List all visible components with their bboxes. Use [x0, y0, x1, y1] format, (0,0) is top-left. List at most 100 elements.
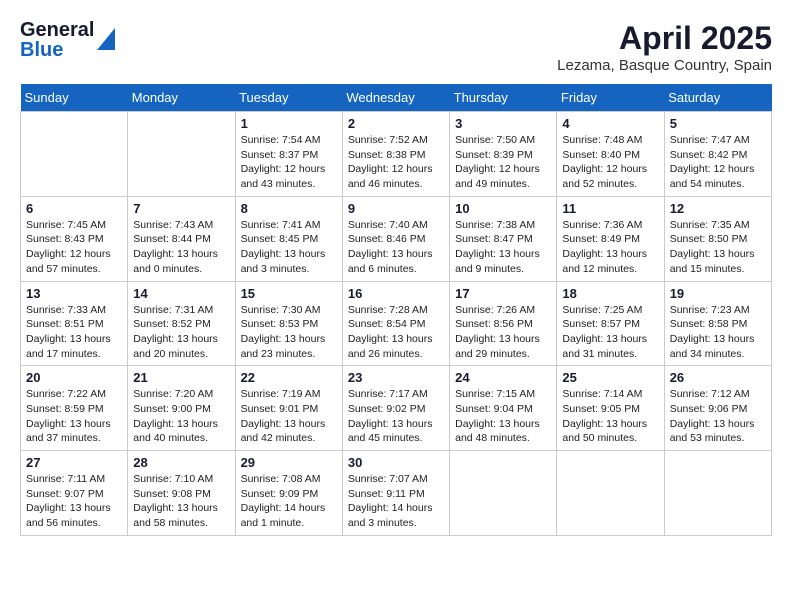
- day-number: 11: [562, 201, 658, 216]
- calendar-cell: [557, 451, 664, 536]
- calendar-cell: 7Sunrise: 7:43 AM Sunset: 8:44 PM Daylig…: [128, 196, 235, 281]
- day-number: 12: [670, 201, 766, 216]
- day-info: Sunrise: 7:33 AM Sunset: 8:51 PM Dayligh…: [26, 303, 122, 362]
- calendar-week-row: 13 Sunrise: 7:33 AM Sunset: 8:51 PM Dayli…: [21, 281, 772, 366]
- day-info: Sunrise: 7:28 AM Sunset: 8:54 PM Dayligh…: [348, 303, 444, 362]
- calendar-week-row: 6 Sunrise: 7:45 AM Sunset: 8:43 PM Daylig…: [21, 196, 772, 281]
- day-info: Sunrise: 7:11 AM Sunset: 9:07 PM Dayligh…: [26, 472, 122, 531]
- day-info: Sunrise: 7:26 AM Sunset: 8:56 PM Dayligh…: [455, 303, 551, 362]
- calendar-week-row: 1 Sunrise: 7:54 AM Sunset: 8:37 PM Daylig…: [21, 112, 772, 197]
- calendar-cell: 17 Sunrise: 7:26 AM Sunset: 8:56 PM Dayli…: [450, 281, 557, 366]
- calendar-cell: 21 Sunrise: 7:20 AM Sunset: 9:00 PM Dayli…: [128, 366, 235, 451]
- calendar-cell: 28Sunrise: 7:10 AM Sunset: 9:08 PM Dayli…: [128, 451, 235, 536]
- logo-general: General: [20, 19, 94, 41]
- day-number: 14: [133, 286, 229, 301]
- calendar-cell: 2 Sunrise: 7:52 AM Sunset: 8:38 PM Daylig…: [342, 112, 449, 197]
- calendar-week-row: 27 Sunrise: 7:11 AM Sunset: 9:07 PM Dayli…: [21, 451, 772, 536]
- calendar-cell: [21, 112, 128, 197]
- calendar-cell: 24Sunrise: 7:15 AM Sunset: 9:04 PM Dayli…: [450, 366, 557, 451]
- day-info: Sunrise: 7:19 AM Sunset: 9:01 PM Dayligh…: [241, 387, 337, 446]
- calendar-cell: 20 Sunrise: 7:22 AM Sunset: 8:59 PM Dayli…: [21, 366, 128, 451]
- calendar-cell: 19 Sunrise: 7:23 AM Sunset: 8:58 PM Dayli…: [664, 281, 771, 366]
- day-number: 15: [241, 286, 337, 301]
- weekday-header: Saturday: [664, 84, 771, 112]
- day-info: Sunrise: 7:52 AM Sunset: 8:38 PM Dayligh…: [348, 133, 444, 192]
- day-info: Sunrise: 7:38 AM Sunset: 8:47 PM Dayligh…: [455, 218, 551, 277]
- day-info: Sunrise: 7:41 AM Sunset: 8:45 PM Dayligh…: [241, 218, 337, 277]
- weekday-header: Tuesday: [235, 84, 342, 112]
- weekday-header: Thursday: [450, 84, 557, 112]
- calendar-cell: 23 Sunrise: 7:17 AM Sunset: 9:02 PM Dayli…: [342, 366, 449, 451]
- day-number: 16: [348, 286, 444, 301]
- calendar-cell: 30 Sunrise: 7:07 AM Sunset: 9:11 PM Dayli…: [342, 451, 449, 536]
- day-number: 26: [670, 370, 766, 385]
- weekday-header: Monday: [128, 84, 235, 112]
- day-number: 21: [133, 370, 229, 385]
- day-info: Sunrise: 7:07 AM Sunset: 9:11 PM Dayligh…: [348, 472, 444, 531]
- day-info: Sunrise: 7:47 AM Sunset: 8:42 PM Dayligh…: [670, 133, 766, 192]
- day-info: Sunrise: 7:43 AM Sunset: 8:44 PM Dayligh…: [133, 218, 229, 277]
- calendar-cell: 12 Sunrise: 7:35 AM Sunset: 8:50 PM Dayli…: [664, 196, 771, 281]
- day-info: Sunrise: 7:45 AM Sunset: 8:43 PM Dayligh…: [26, 218, 122, 277]
- calendar-cell: 22 Sunrise: 7:19 AM Sunset: 9:01 PM Dayli…: [235, 366, 342, 451]
- logo-arrow-icon: [97, 28, 115, 50]
- day-info: Sunrise: 7:40 AM Sunset: 8:46 PM Dayligh…: [348, 218, 444, 277]
- calendar-cell: 5 Sunrise: 7:47 AM Sunset: 8:42 PM Daylig…: [664, 112, 771, 197]
- day-info: Sunrise: 7:36 AM Sunset: 8:49 PM Dayligh…: [562, 218, 658, 277]
- day-info: Sunrise: 7:25 AM Sunset: 8:57 PM Dayligh…: [562, 303, 658, 362]
- day-info: Sunrise: 7:14 AM Sunset: 9:05 PM Dayligh…: [562, 387, 658, 446]
- day-info: Sunrise: 7:31 AM Sunset: 8:52 PM Dayligh…: [133, 303, 229, 362]
- day-info: Sunrise: 7:54 AM Sunset: 8:37 PM Dayligh…: [241, 133, 337, 192]
- day-number: 8: [241, 201, 337, 216]
- calendar-cell: 9 Sunrise: 7:40 AM Sunset: 8:46 PM Daylig…: [342, 196, 449, 281]
- day-number: 22: [241, 370, 337, 385]
- weekday-header: Friday: [557, 84, 664, 112]
- calendar-cell: 18 Sunrise: 7:25 AM Sunset: 8:57 PM Dayli…: [557, 281, 664, 366]
- day-number: 9: [348, 201, 444, 216]
- day-info: Sunrise: 7:35 AM Sunset: 8:50 PM Dayligh…: [670, 218, 766, 277]
- day-number: 18: [562, 286, 658, 301]
- day-number: 10: [455, 201, 551, 216]
- day-number: 24: [455, 370, 551, 385]
- calendar-cell: 13 Sunrise: 7:33 AM Sunset: 8:51 PM Dayli…: [21, 281, 128, 366]
- day-number: 6: [26, 201, 122, 216]
- calendar-cell: 11 Sunrise: 7:36 AM Sunset: 8:49 PM Dayli…: [557, 196, 664, 281]
- day-number: 1: [241, 116, 337, 131]
- day-number: 4: [562, 116, 658, 131]
- calendar-cell: [664, 451, 771, 536]
- day-info: Sunrise: 7:17 AM Sunset: 9:02 PM Dayligh…: [348, 387, 444, 446]
- day-info: Sunrise: 7:22 AM Sunset: 8:59 PM Dayligh…: [26, 387, 122, 446]
- calendar-cell: 25 Sunrise: 7:14 AM Sunset: 9:05 PM Dayli…: [557, 366, 664, 451]
- calendar-cell: 15 Sunrise: 7:30 AM Sunset: 8:53 PM Dayli…: [235, 281, 342, 366]
- calendar-cell: 27 Sunrise: 7:11 AM Sunset: 9:07 PM Dayli…: [21, 451, 128, 536]
- weekday-header: Sunday: [21, 84, 128, 112]
- day-number: 13: [26, 286, 122, 301]
- logo: General Blue: [20, 20, 115, 60]
- day-number: 5: [670, 116, 766, 131]
- calendar-cell: 3Sunrise: 7:50 AM Sunset: 8:39 PM Daylig…: [450, 112, 557, 197]
- calendar-cell: 16 Sunrise: 7:28 AM Sunset: 8:54 PM Dayli…: [342, 281, 449, 366]
- calendar-cell: [450, 451, 557, 536]
- day-number: 20: [26, 370, 122, 385]
- day-info: Sunrise: 7:08 AM Sunset: 9:09 PM Dayligh…: [241, 472, 337, 531]
- day-info: Sunrise: 7:20 AM Sunset: 9:00 PM Dayligh…: [133, 387, 229, 446]
- day-info: Sunrise: 7:30 AM Sunset: 8:53 PM Dayligh…: [241, 303, 337, 362]
- calendar-week-row: 20 Sunrise: 7:22 AM Sunset: 8:59 PM Dayli…: [21, 366, 772, 451]
- calendar-cell: 4Sunrise: 7:48 AM Sunset: 8:40 PM Daylig…: [557, 112, 664, 197]
- day-number: 25: [562, 370, 658, 385]
- day-number: 17: [455, 286, 551, 301]
- day-number: 19: [670, 286, 766, 301]
- calendar-cell: 1 Sunrise: 7:54 AM Sunset: 8:37 PM Daylig…: [235, 112, 342, 197]
- day-number: 2: [348, 116, 444, 131]
- calendar-table: SundayMondayTuesdayWednesdayThursdayFrid…: [20, 84, 772, 536]
- location-title: Lezama, Basque Country, Spain: [557, 57, 772, 74]
- calendar-cell: [128, 112, 235, 197]
- calendar-cell: 14 Sunrise: 7:31 AM Sunset: 8:52 PM Dayli…: [128, 281, 235, 366]
- day-number: 23: [348, 370, 444, 385]
- calendar-cell: 29Sunrise: 7:08 AM Sunset: 9:09 PM Dayli…: [235, 451, 342, 536]
- day-number: 27: [26, 455, 122, 470]
- day-number: 30: [348, 455, 444, 470]
- weekday-header: Wednesday: [342, 84, 449, 112]
- day-info: Sunrise: 7:23 AM Sunset: 8:58 PM Dayligh…: [670, 303, 766, 362]
- day-number: 28: [133, 455, 229, 470]
